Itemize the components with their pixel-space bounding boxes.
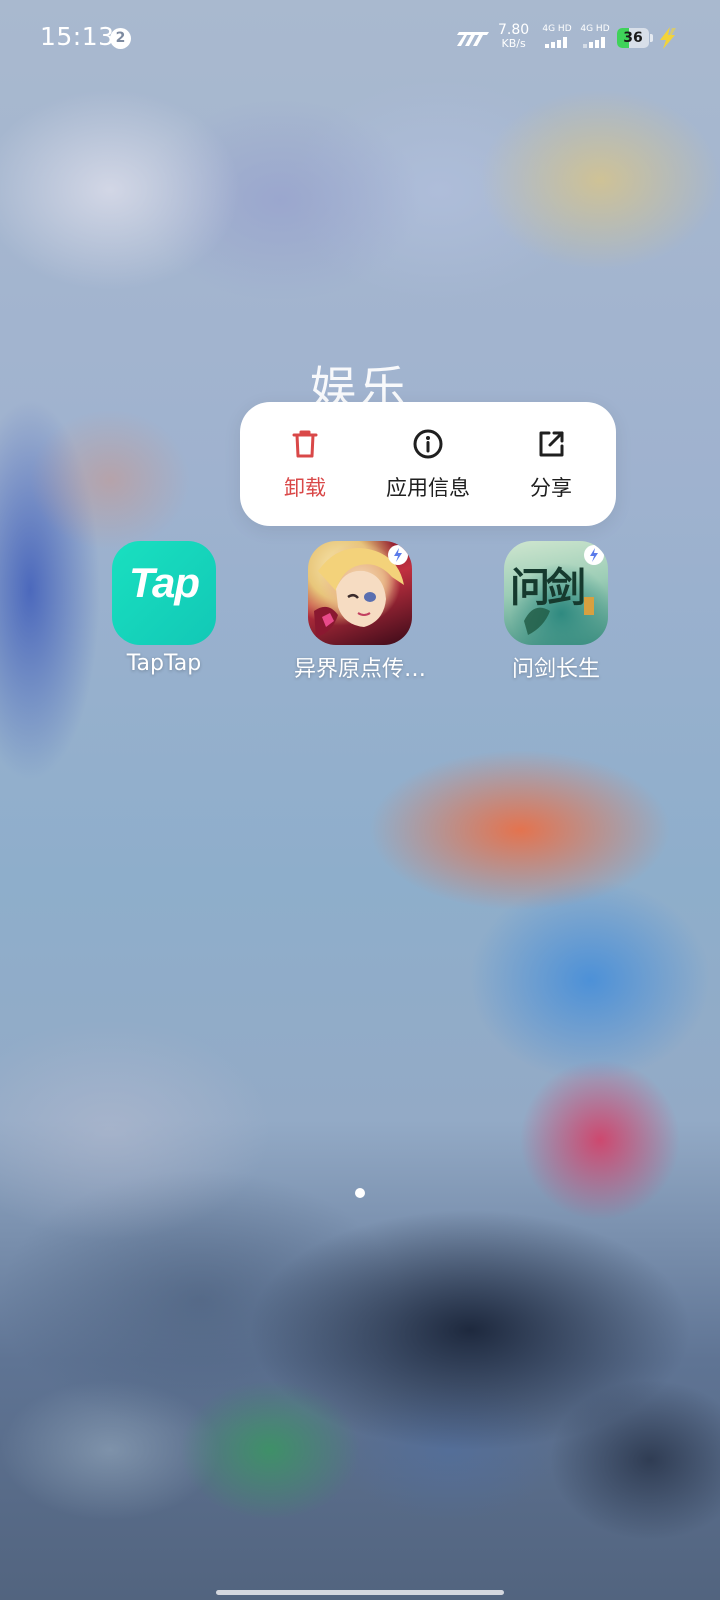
- taptap-icon: Tap: [112, 541, 216, 645]
- signal-bars-icon: [583, 37, 605, 48]
- sim1-signal: 4G HD: [539, 24, 575, 48]
- anime-character-game-icon: [308, 541, 412, 645]
- taptap-logo-text: Tap: [128, 559, 200, 606]
- network-speed: 7.80 KB/s: [498, 22, 530, 50]
- home-gesture-bar[interactable]: [216, 1590, 504, 1595]
- network-speed-value: 7.80: [498, 22, 530, 38]
- charging-bolt-icon: [660, 27, 676, 49]
- battery-level: 36: [623, 30, 643, 46]
- sim2-label: 4G HD: [580, 24, 610, 34]
- share-icon: [539, 431, 564, 457]
- uninstall-label: 卸载: [284, 476, 326, 500]
- app-yijie[interactable]: 异界原点传…: [275, 541, 445, 683]
- notification-count-badge: 2: [110, 28, 131, 49]
- app-taptap[interactable]: Tap TapTap: [79, 541, 249, 676]
- lightning-badge-icon: [388, 545, 408, 565]
- sim2-signal: 4G HD: [577, 24, 613, 48]
- app-label: TapTap: [126, 651, 202, 676]
- app-info-button[interactable]: 应用信息: [367, 402, 489, 526]
- trash-icon: [292, 430, 318, 458]
- carrier-logo-icon: [457, 32, 489, 46]
- app-label: 问剑长生: [511, 657, 600, 682]
- signal-bars-icon: [545, 37, 567, 48]
- status-bar: 15:13 2 7.80 KB/s 4G HD 4G HD 36: [0, 0, 720, 78]
- info-icon: [413, 429, 443, 459]
- wenjian-game-icon: 问剑: [504, 541, 608, 645]
- share-label: 分享: [530, 476, 572, 500]
- app-context-menu: 卸载 应用信息 分享: [240, 402, 616, 526]
- uninstall-button[interactable]: 卸载: [244, 402, 366, 526]
- page-indicator-dot: [355, 1188, 365, 1198]
- battery-icon: 36: [617, 28, 653, 50]
- sim1-label: 4G HD: [542, 24, 572, 34]
- app-info-label: 应用信息: [386, 476, 470, 500]
- home-screen: 15:13 2 7.80 KB/s 4G HD 4G HD 36 娱乐 卸载 应…: [0, 0, 720, 1600]
- status-time: 15:13: [40, 22, 115, 51]
- network-speed-unit: KB/s: [501, 37, 526, 50]
- lightning-badge-icon: [584, 545, 604, 565]
- app-wenjian[interactable]: 问剑 问剑长生: [471, 541, 641, 683]
- share-button[interactable]: 分享: [490, 402, 612, 526]
- app-label: 异界原点传…: [293, 657, 426, 682]
